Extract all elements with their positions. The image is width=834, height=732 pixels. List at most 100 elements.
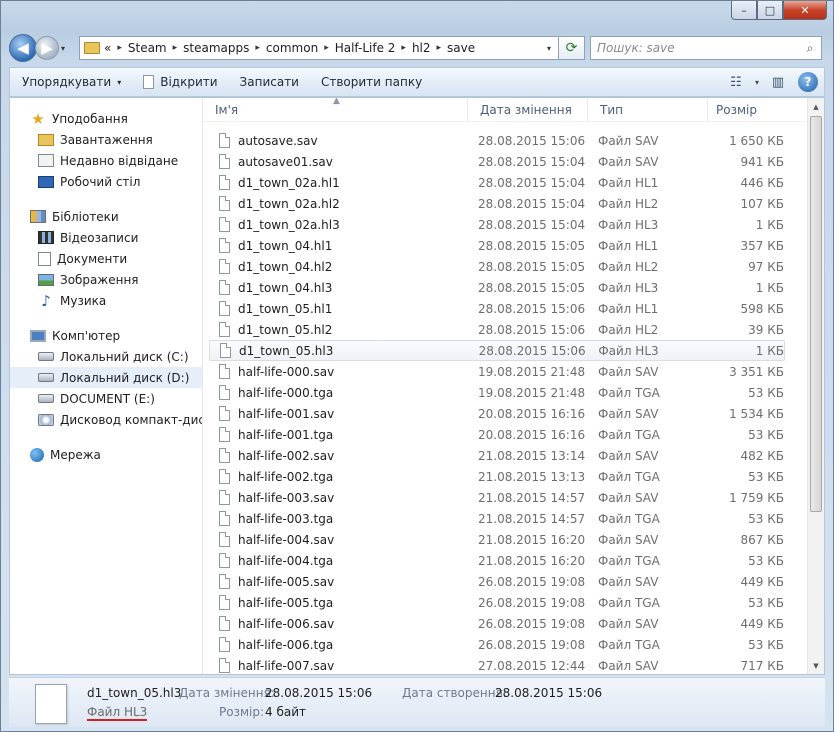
documents-icon: [38, 251, 51, 266]
crumb-separator[interactable]: ▸: [255, 43, 260, 53]
sidebar-item-favorites[interactable]: ★ Уподобання: [10, 108, 202, 129]
crumb-separator[interactable]: ▸: [117, 43, 122, 53]
maximize-button[interactable]: □: [757, 1, 783, 20]
table-row[interactable]: half-life-004.tga 21.08.2015 16:20 Файл TG…: [209, 550, 785, 571]
sidebar-item-recent[interactable]: Недавно відвідане: [10, 150, 202, 171]
table-row[interactable]: half-life-007.sav 27.08.2015 12:44 Файл SA…: [209, 655, 785, 674]
file-icon: [219, 469, 230, 484]
sidebar-item-music[interactable]: ♪ Музика: [10, 290, 202, 311]
view-dropdown-icon[interactable]: ▾: [750, 70, 764, 94]
column-header-type[interactable]: Тип: [588, 98, 708, 122]
crumb-steamapps[interactable]: steamapps: [183, 41, 249, 55]
back-button[interactable]: ◀: [9, 34, 37, 62]
minimize-button[interactable]: –: [731, 1, 757, 20]
sidebar-item-videos[interactable]: Відеозаписи: [10, 227, 202, 248]
table-row[interactable]: d1_town_04.hl2 28.08.2015 15:05 Файл HL2 97…: [209, 256, 785, 277]
crumb-hl2[interactable]: hl2: [412, 41, 431, 55]
file-type: Файл SAV: [598, 364, 659, 379]
table-row[interactable]: half-life-005.tga 26.08.2015 19:08 Файл TG…: [209, 592, 785, 613]
table-row[interactable]: half-life-003.sav 21.08.2015 14:57 Файл SA…: [209, 487, 785, 508]
new-folder-button[interactable]: Створити папку: [321, 75, 422, 89]
crumb-common[interactable]: common: [266, 41, 318, 55]
crumb-separator[interactable]: ▸: [437, 43, 442, 53]
scrollbar-thumb[interactable]: [810, 116, 822, 512]
sidebar-item-label: Дисковод компакт-дисків: [60, 412, 202, 427]
table-row[interactable]: d1_town_05.hl2 28.08.2015 15:06 Файл HL2 39…: [209, 319, 785, 340]
table-row[interactable]: half-life-003.tga 21.08.2015 14:57 Файл TG…: [209, 508, 785, 529]
table-row[interactable]: d1_town_04.hl1 28.08.2015 15:05 Файл HL1 35…: [209, 235, 785, 256]
column-header-date[interactable]: Дата змінення: [468, 98, 588, 122]
file-size: 1 КБ: [755, 343, 784, 358]
table-row[interactable]: autosave.sav 28.08.2015 15:06 Файл SAV 1 65…: [209, 130, 785, 151]
table-row[interactable]: d1_town_05.hl3 28.08.2015 15:06 Файл HL3 1 …: [209, 340, 785, 361]
scroll-down-arrow-icon[interactable]: ▼: [808, 657, 824, 674]
table-row[interactable]: half-life-002.tga 21.08.2015 13:13 Файл TG…: [209, 466, 785, 487]
crumb-half-life-2[interactable]: Half-Life 2: [335, 41, 396, 55]
table-row[interactable]: half-life-001.tga 20.08.2015 16:16 Файл TG…: [209, 424, 785, 445]
file-size: 1 759 КБ: [729, 490, 784, 505]
close-button[interactable]: ✕: [783, 1, 827, 20]
refresh-button[interactable]: ⟳: [559, 36, 585, 60]
table-row[interactable]: d1_town_02a.hl2 28.08.2015 15:04 Файл HL2 1…: [209, 193, 785, 214]
file-size: 53 КБ: [748, 637, 784, 652]
sidebar-item-libraries[interactable]: Бібліотеки: [10, 206, 202, 227]
organize-label: Упорядкувати: [22, 75, 112, 89]
scroll-up-arrow-icon[interactable]: ▲: [808, 98, 824, 115]
help-icon[interactable]: ?: [798, 72, 818, 92]
sidebar-item-network[interactable]: Мережа: [10, 444, 202, 465]
sidebar-item-documents[interactable]: Документи: [10, 248, 202, 269]
address-dropdown[interactable]: ▾: [540, 44, 558, 53]
table-row[interactable]: d1_town_02a.hl3 28.08.2015 15:04 Файл HL3 1…: [209, 214, 785, 235]
address-overflow[interactable]: «: [104, 41, 111, 55]
crumb-steam[interactable]: Steam: [128, 41, 167, 55]
table-row[interactable]: half-life-004.sav 21.08.2015 16:20 Файл SA…: [209, 529, 785, 550]
table-row[interactable]: half-life-006.tga 26.08.2015 19:08 Файл TG…: [209, 634, 785, 655]
sidebar-item-disk-c[interactable]: Локальний диск (C:): [10, 346, 202, 367]
sidebar-item-disk-d[interactable]: Локальний диск (D:): [10, 367, 202, 388]
sidebar-item-label: DOCUMENT (E:): [60, 391, 155, 406]
table-row[interactable]: autosave01.sav 28.08.2015 15:04 Файл SAV 94…: [209, 151, 785, 172]
table-row[interactable]: half-life-001.sav 20.08.2015 16:16 Файл SA…: [209, 403, 785, 424]
forward-button[interactable]: ▶: [35, 36, 59, 60]
file-icon: [219, 637, 230, 652]
sidebar-item-desktop[interactable]: Робочий стіл: [10, 171, 202, 192]
table-row[interactable]: half-life-002.sav 21.08.2015 13:14 Файл SA…: [209, 445, 785, 466]
crumb-separator[interactable]: ▸: [324, 43, 329, 53]
crumb-separator[interactable]: ▸: [173, 43, 178, 53]
file-name: half-life-003.sav: [238, 490, 335, 505]
file-date: 21.08.2015 13:14: [478, 448, 586, 463]
burn-button[interactable]: Записати: [240, 75, 299, 89]
file-size: 357 КБ: [740, 238, 784, 253]
preview-pane-icon[interactable]: ▥: [764, 70, 792, 94]
table-row[interactable]: half-life-006.sav 26.08.2015 19:08 Файл SA…: [209, 613, 785, 634]
organize-button[interactable]: Упорядкувати ▾: [22, 75, 121, 89]
sidebar-item-label: Комп'ютер: [52, 328, 121, 343]
search-input[interactable]: Пошук: save ⌕: [590, 36, 822, 60]
table-row[interactable]: d1_town_04.hl3 28.08.2015 15:05 Файл HL3 1 …: [209, 277, 785, 298]
file-name: half-life-007.sav: [238, 658, 335, 673]
sidebar-item-disk-e[interactable]: DOCUMENT (E:): [10, 388, 202, 409]
table-row[interactable]: d1_town_05.hl1 28.08.2015 15:06 Файл HL1 59…: [209, 298, 785, 319]
sidebar-item-label: Уподобання: [52, 111, 128, 126]
sidebar-item-dvd[interactable]: Дисковод компакт-дисків: [10, 409, 202, 430]
crumb-separator[interactable]: ▸: [401, 43, 406, 53]
table-row[interactable]: d1_town_02a.hl1 28.08.2015 15:04 Файл HL1 4…: [209, 172, 785, 193]
search-icon[interactable]: ⌕: [799, 41, 821, 56]
table-row[interactable]: half-life-000.sav 19.08.2015 21:48 Файл SA…: [209, 361, 785, 382]
crumb-save[interactable]: save: [447, 41, 475, 55]
vertical-scrollbar[interactable]: ▲ ▼: [807, 98, 824, 674]
file-icon: [219, 574, 230, 589]
recent-pages-dropdown[interactable]: ▾: [61, 44, 73, 53]
view-options-icon[interactable]: ☷: [722, 70, 750, 94]
file-type: Файл TGA: [598, 595, 660, 610]
open-button[interactable]: Відкрити: [143, 75, 218, 89]
column-header-size[interactable]: Розмір: [708, 98, 786, 122]
sidebar-item-pictures[interactable]: Зображення: [10, 269, 202, 290]
file-type: Файл TGA: [598, 427, 660, 442]
sidebar-item-downloads[interactable]: Завантаження: [10, 129, 202, 150]
address-bar[interactable]: « ▸ Steam ▸ steamapps ▸ common ▸ Half-Li…: [79, 36, 559, 60]
downloads-folder-icon: [38, 133, 54, 146]
table-row[interactable]: half-life-000.tga 19.08.2015 21:48 Файл TG…: [209, 382, 785, 403]
sidebar-item-computer[interactable]: Комп'ютер: [10, 325, 202, 346]
table-row[interactable]: half-life-005.sav 26.08.2015 19:08 Файл SA…: [209, 571, 785, 592]
